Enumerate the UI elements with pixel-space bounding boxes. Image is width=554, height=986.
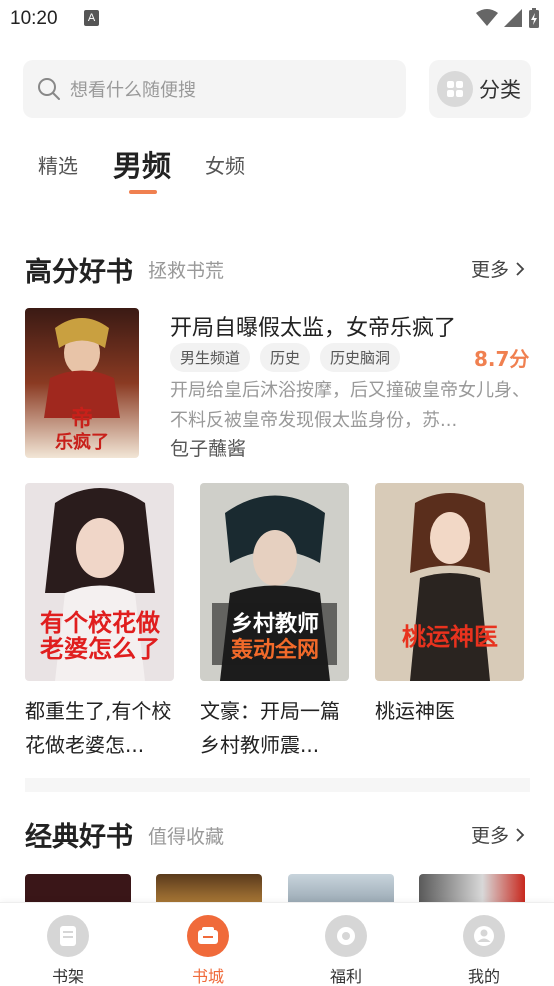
featured-book-description: 开局给皇后沐浴按摩，后又撞破皇帝女儿身、不料反被皇帝发现假太监身份，苏... (170, 380, 530, 431)
status-bar: 10:20 A (0, 0, 554, 40)
chevron-right-icon (516, 261, 525, 276)
bottom-navigation: 书架 书城 福利 我的 (0, 902, 554, 986)
tag: 男生频道 (170, 343, 251, 372)
tag: 历史脑洞 (320, 343, 401, 372)
book-title-3[interactable]: 桃运神医 (375, 694, 525, 762)
more-label: 更多 (471, 259, 510, 281)
svg-text:桃运神医: 桃运神医 (402, 622, 498, 651)
category-button[interactable]: 分类 (429, 60, 531, 118)
search-icon (38, 78, 60, 100)
profile-icon (463, 915, 505, 957)
section-subtitle-classic: 值得收藏 (148, 826, 225, 848)
section-divider (25, 778, 530, 792)
featured-book-title[interactable]: 开局自曝假太监，女帝乐疯了 (170, 310, 456, 342)
featured-book-tags: 男生频道 历史 历史脑洞 (170, 343, 401, 372)
nav-profile[interactable]: 我的 (444, 915, 524, 986)
svg-text:老婆怎么了: 老婆怎么了 (40, 634, 160, 663)
category-icon (437, 71, 473, 107)
featured-book-author: 包子蘸酱 (170, 438, 247, 460)
nav-label: 福利 (329, 967, 362, 986)
featured-book-cover[interactable]: 帝 乐疯了 (25, 308, 139, 458)
tag: 历史 (260, 343, 311, 372)
book-cover-3[interactable]: 桃运神医 (375, 483, 524, 681)
tab-featured[interactable]: 精选 (38, 150, 78, 179)
book-cover-2[interactable]: 乡村教师 轰动全网 (200, 483, 349, 681)
svg-text:帝: 帝 (71, 406, 93, 432)
tab-female[interactable]: 女频 (205, 150, 245, 179)
book-cover-1[interactable]: 有个校花做 老婆怎么了 (25, 483, 174, 681)
more-label: 更多 (471, 825, 510, 847)
search-input[interactable]: 想看什么随便搜 (23, 60, 406, 118)
svg-text:轰动全网: 轰动全网 (231, 637, 319, 663)
nav-bookstore[interactable]: 书城 (168, 915, 248, 986)
more-button-high[interactable]: 更多 (471, 255, 525, 282)
welfare-icon (325, 915, 367, 957)
nav-label: 我的 (467, 967, 500, 986)
search-placeholder: 想看什么随便搜 (70, 80, 196, 101)
status-icons (476, 8, 540, 28)
category-label: 分类 (479, 78, 521, 102)
battery-icon (529, 8, 539, 28)
tab-male[interactable]: 男频 (113, 143, 171, 185)
notification-icon: A (84, 10, 99, 26)
svg-text:乡村教师: 乡村教师 (231, 611, 319, 637)
wifi-icon (476, 9, 498, 26)
book-title-1[interactable]: 都重生了,有个校花做老婆怎... (25, 694, 175, 762)
signal-icon (504, 9, 522, 27)
bookshelf-icon (47, 915, 89, 957)
svg-text:有个校花做: 有个校花做 (40, 608, 160, 637)
book-score: 8.7分 (474, 347, 530, 371)
section-title-high: 高分好书 (25, 257, 133, 288)
section-title-classic: 经典好书 (25, 822, 133, 853)
bookstore-icon (187, 915, 229, 957)
tab-indicator (129, 190, 157, 194)
book-title-2[interactable]: 文豪：开局一篇乡村教师震... (200, 694, 350, 762)
more-button-classic[interactable]: 更多 (471, 821, 525, 848)
chevron-right-icon (516, 827, 525, 842)
svg-text:乐疯了: 乐疯了 (55, 431, 109, 453)
nav-welfare[interactable]: 福利 (306, 915, 386, 986)
nav-bookshelf[interactable]: 书架 (28, 915, 108, 986)
nav-label: 书城 (191, 967, 224, 986)
section-subtitle-high: 拯救书荒 (148, 260, 225, 282)
nav-label: 书架 (51, 967, 84, 986)
status-time: 10:20 (10, 8, 58, 29)
